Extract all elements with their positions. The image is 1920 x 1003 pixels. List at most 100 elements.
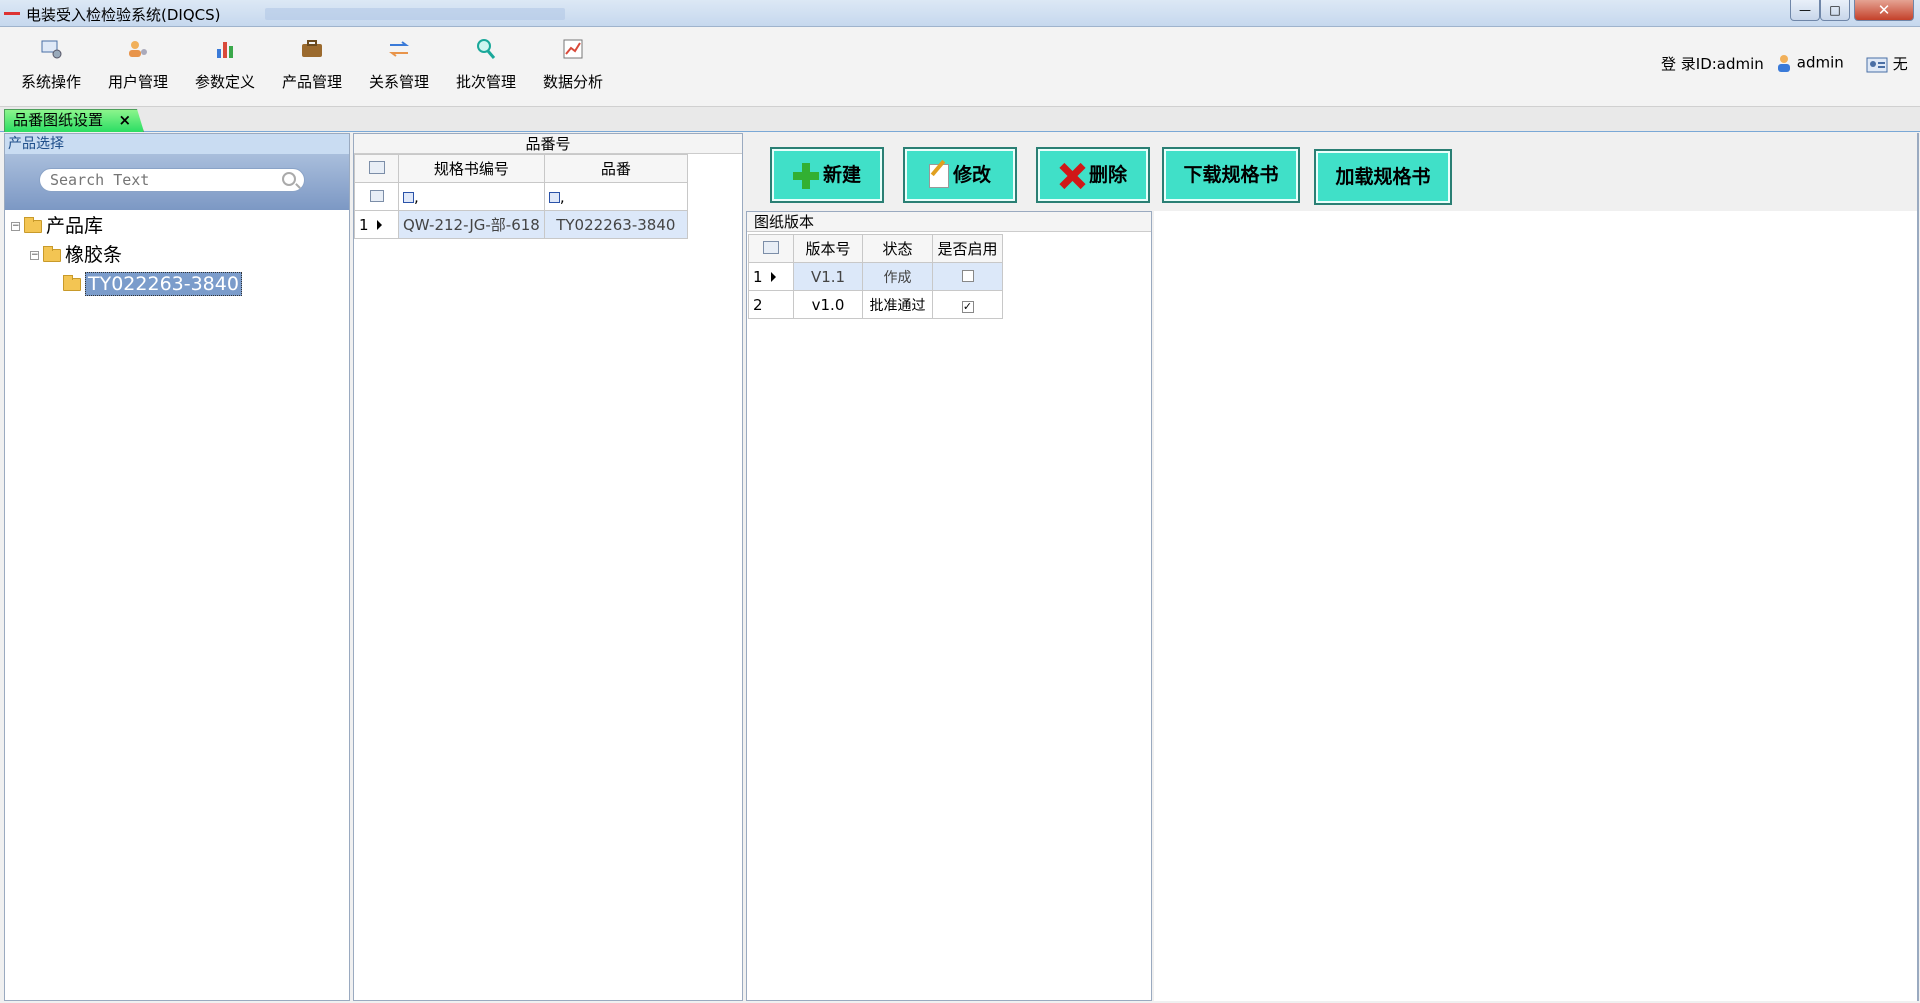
edit-icon xyxy=(928,163,949,188)
cell-status[interactable]: 作成 xyxy=(862,262,933,291)
tree-node-part-ty022263-3840[interactable]: TY022263-3840 xyxy=(63,271,242,297)
current-row-pointer-icon xyxy=(376,220,382,230)
column-chooser-icon xyxy=(368,160,385,174)
row-indicator: 2 xyxy=(748,290,794,319)
enabled-checkbox[interactable] xyxy=(961,269,974,282)
toolbar-system-operation[interactable]: 系统操作 xyxy=(12,33,90,92)
arrows-icon xyxy=(389,41,409,57)
toolbar-batch-management[interactable]: 批次管理 xyxy=(447,33,525,92)
toolbar-batch-management-label: 批次管理 xyxy=(455,73,516,91)
grid-column-chooser[interactable] xyxy=(748,234,794,263)
delete-button[interactable]: 删除 xyxy=(1036,147,1150,203)
row-index: 2 xyxy=(753,295,763,314)
toolbar-data-analysis-label: 数据分析 xyxy=(542,73,603,91)
load-spec-button[interactable]: 加载规格书 xyxy=(1314,149,1452,205)
table-row[interactable]: 1 V1.1 作成 xyxy=(748,262,1003,291)
cell-status[interactable]: 批准通过 xyxy=(862,290,933,319)
tree-node-label: 橡胶条 xyxy=(65,244,123,266)
tree-node-label-selected: TY022263-3840 xyxy=(85,272,242,296)
cell-version[interactable]: V1.1 xyxy=(793,262,863,291)
grid-column-chooser[interactable] xyxy=(354,154,399,183)
toolbar-relation-management[interactable]: 关系管理 xyxy=(360,33,438,92)
window-title: 电装受入检检验系统(DIQCS) xyxy=(26,6,221,24)
filter-value: , xyxy=(559,187,565,206)
table-row[interactable]: 2 v1.0 批准通过 ✓ xyxy=(748,290,1003,319)
delete-button-label: 删除 xyxy=(1088,164,1127,186)
collapse-icon[interactable]: − xyxy=(11,222,20,231)
row-indicator: 1 xyxy=(748,262,794,291)
preview-area xyxy=(1154,211,1918,1001)
part-number-grid: 规格书编号 品番 , , 1 QW-212-JG-部-618 TY022263-… xyxy=(354,154,688,239)
users-icon xyxy=(129,41,147,57)
row-indicator: 1 xyxy=(354,210,399,239)
edit-button[interactable]: 修改 xyxy=(903,147,1017,203)
column-header-part-no[interactable]: 品番 xyxy=(543,154,688,183)
enabled-checkbox[interactable]: ✓ xyxy=(961,300,974,313)
tab-part-drawing-settings-label: 品番图纸设置 xyxy=(13,111,104,129)
filter-clear-icon xyxy=(369,189,384,202)
part-number-panel: 品番号 规格书编号 品番 , , 1 QW-212-JG-部-618 TY022… xyxy=(353,133,743,1001)
toolbar-parameter-definition-label: 参数定义 xyxy=(194,73,255,91)
column-header-spec-no[interactable]: 规格书编号 xyxy=(398,154,545,183)
filter-cell-part-no[interactable]: , xyxy=(543,182,688,211)
column-header-status[interactable]: 状态 xyxy=(862,234,933,263)
edit-button-label: 修改 xyxy=(952,164,991,186)
cell-version[interactable]: v1.0 xyxy=(793,290,863,319)
column-header-version[interactable]: 版本号 xyxy=(793,234,863,263)
current-row-pointer-icon xyxy=(770,272,776,282)
tree-node-product-library[interactable]: − 产品库 xyxy=(11,213,103,239)
tree-node-rubber-strip[interactable]: − 橡胶条 xyxy=(30,242,122,268)
toolbar-user-management[interactable]: 用户管理 xyxy=(99,33,177,92)
toolbar-user-management-label: 用户管理 xyxy=(107,73,168,91)
briefcase-icon xyxy=(302,40,322,57)
search-box[interactable] xyxy=(39,168,305,192)
filter-row-clear[interactable] xyxy=(354,182,399,211)
app-icon xyxy=(4,12,20,15)
magnifier-icon[interactable] xyxy=(282,172,296,186)
status-text: 无 xyxy=(1892,55,1908,73)
collapse-icon[interactable]: − xyxy=(30,251,39,260)
part-number-caption: 品番号 xyxy=(354,134,742,154)
search-icon xyxy=(477,39,496,59)
row-index: 1 xyxy=(753,267,763,286)
download-spec-button[interactable]: 下载规格书 xyxy=(1162,147,1300,203)
drawing-version-grid: 版本号 状态 是否启用 1 V1.1 作成 2 v1.0 批准通过 ✓ xyxy=(748,234,1003,319)
plus-icon xyxy=(792,162,819,189)
delete-icon xyxy=(1059,163,1085,189)
current-user: admin xyxy=(1776,53,1844,73)
folder-icon xyxy=(43,246,61,262)
cell-spec-no[interactable]: QW-212-JG-部-618 xyxy=(398,210,545,239)
toolbar-parameter-definition[interactable]: 参数定义 xyxy=(186,33,264,92)
new-button[interactable]: 新建 xyxy=(770,147,884,203)
filter-cell-spec-no[interactable]: , xyxy=(398,182,545,211)
chart-icon xyxy=(217,42,233,58)
system-icon xyxy=(41,40,62,59)
filter-icon xyxy=(403,191,414,203)
document-tab-strip: 品番图纸设置 × xyxy=(0,107,1920,132)
row-index: 1 xyxy=(359,215,369,234)
new-button-label: 新建 xyxy=(822,164,861,186)
drawing-version-caption: 图纸版本 xyxy=(747,212,1151,232)
cell-enabled[interactable] xyxy=(932,262,1003,291)
tab-close-icon[interactable]: × xyxy=(118,110,131,131)
folder-icon xyxy=(24,217,42,233)
filter-icon xyxy=(548,191,560,203)
cell-part-no[interactable]: TY022263-3840 xyxy=(543,210,688,239)
close-window-button[interactable]: ✕ xyxy=(1854,0,1914,21)
table-row[interactable]: 1 QW-212-JG-部-618 TY022263-3840 xyxy=(354,210,688,239)
minimize-button[interactable]: — xyxy=(1790,0,1820,21)
right-border xyxy=(1917,133,1919,1001)
toolbar-product-management[interactable]: 产品管理 xyxy=(273,33,351,92)
tab-part-drawing-settings[interactable]: 品番图纸设置 × xyxy=(4,109,145,132)
toolbar-product-management-label: 产品管理 xyxy=(281,73,342,91)
column-header-enabled[interactable]: 是否启用 xyxy=(932,234,1003,263)
search-input[interactable] xyxy=(50,169,270,191)
title-bar: 电装受入检检验系统(DIQCS) — □ ✕ xyxy=(0,0,1920,27)
maximize-button[interactable]: □ xyxy=(1820,0,1850,21)
cell-enabled[interactable]: ✓ xyxy=(932,290,1003,319)
search-area xyxy=(5,154,349,210)
drawing-version-panel: 图纸版本 版本号 状态 是否启用 1 V1.1 作成 2 v1.0 批准通过 ✓ xyxy=(746,211,1152,1001)
action-button-bar: 新建 修改 删除 下载规格书 加载规格书 xyxy=(746,133,1918,211)
toolbar-data-analysis[interactable]: 数据分析 xyxy=(534,33,612,92)
filter-value: , xyxy=(414,187,419,206)
